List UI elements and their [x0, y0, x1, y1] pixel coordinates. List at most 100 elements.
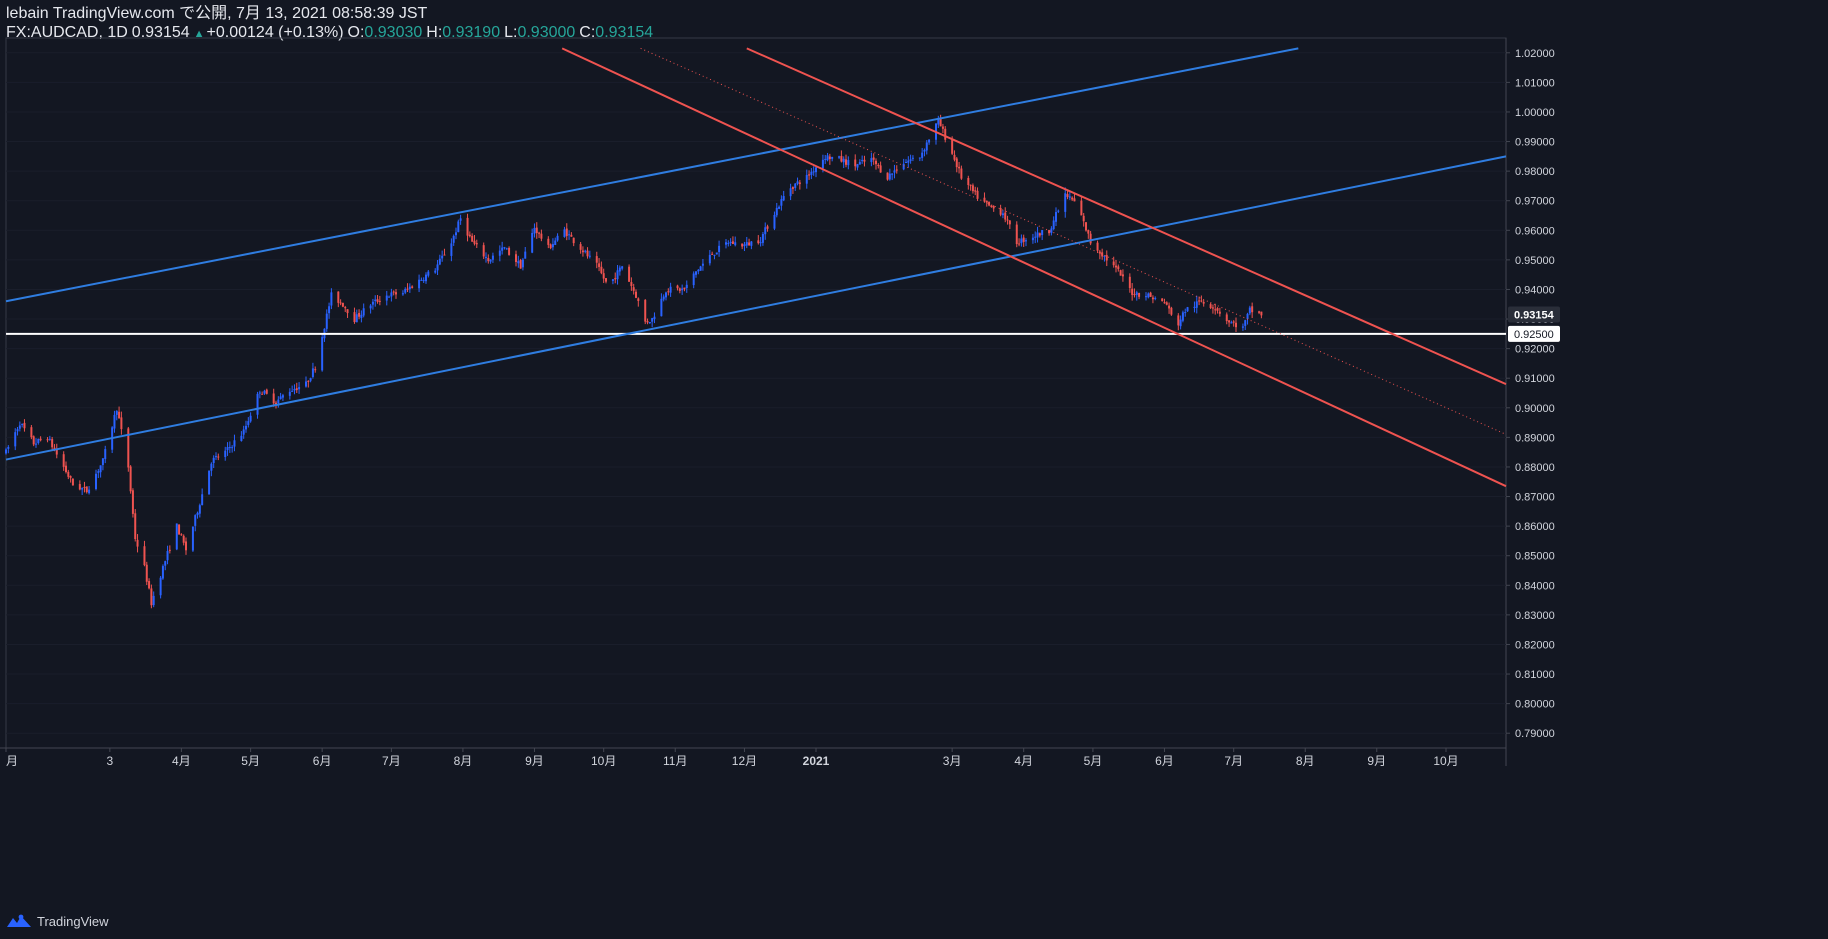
candle-body	[427, 271, 430, 276]
candle-body	[1080, 200, 1083, 216]
last-price-label: 0.93154	[1514, 309, 1555, 321]
candle-body	[466, 217, 469, 236]
candle-body	[667, 291, 670, 293]
candle-body	[764, 227, 767, 235]
price-tick-label: 0.82000	[1515, 639, 1555, 651]
candle-body	[983, 197, 986, 202]
candle-body	[907, 160, 910, 163]
trendline-lower-red[interactable]	[561, 47, 1507, 488]
candle-body	[1025, 240, 1027, 242]
candle-body	[969, 184, 972, 186]
candle-body	[14, 432, 17, 447]
candle-body	[1198, 300, 1201, 302]
candle-body	[891, 173, 894, 175]
candle-body	[215, 456, 217, 458]
candle-body	[766, 226, 769, 229]
price-chart[interactable]: 1.02000 1.01000 1.00000 0.99000 0.98000 0.970…	[0, 0, 1828, 939]
candle-body	[298, 387, 301, 390]
price-tick-label: 0.90000	[1515, 403, 1555, 415]
candle-body	[245, 425, 247, 430]
candle-body	[191, 526, 194, 551]
trendlines-layer[interactable]	[5, 47, 1507, 488]
candle-body	[1115, 265, 1117, 268]
candle-body	[921, 152, 924, 158]
candle-body	[65, 465, 67, 473]
candle-body	[533, 227, 536, 234]
candle-body	[249, 415, 252, 422]
candle-body	[392, 291, 395, 293]
candle-body	[695, 271, 697, 275]
candle-body	[281, 395, 284, 398]
candle-body	[570, 234, 573, 237]
candle-body	[1057, 210, 1060, 212]
candle-body	[1048, 230, 1051, 234]
time-tick-label: 3月	[943, 754, 962, 768]
candle-body	[1184, 312, 1187, 314]
candle-body	[395, 292, 397, 295]
time-tick-label: 10月	[591, 754, 616, 768]
candle-body	[1177, 315, 1180, 326]
candle-body	[330, 292, 333, 306]
candle-body	[261, 393, 264, 395]
candle-body	[1251, 306, 1254, 313]
price-tick-label: 0.86000	[1515, 521, 1555, 533]
candle-body	[420, 279, 423, 281]
candle-body	[378, 300, 381, 302]
candle-body	[1087, 230, 1090, 234]
candle-body	[651, 318, 654, 322]
candle-body	[743, 244, 746, 247]
candle-body	[37, 438, 40, 444]
candle-body	[727, 243, 730, 245]
candle-body	[718, 245, 721, 253]
time-tick-label: 9月	[525, 754, 544, 768]
candle-body	[159, 577, 162, 596]
time-tick-label: 2021	[803, 754, 830, 768]
candle-body	[1112, 261, 1115, 266]
candle-body	[711, 253, 714, 255]
price-axis[interactable]: 1.02000 1.01000 1.00000 0.99000 0.98000 0.970…	[1506, 48, 1560, 740]
tradingview-branding[interactable]: TradingView	[6, 910, 109, 932]
candle-body	[1031, 237, 1034, 241]
candle-body	[1098, 251, 1101, 254]
trendline-upper-blue[interactable]	[5, 47, 1299, 303]
candle-body	[369, 305, 372, 309]
candle-body	[863, 159, 866, 162]
candle-body	[441, 255, 444, 259]
candle-body	[805, 174, 808, 184]
candle-body	[812, 171, 815, 173]
candle-body	[699, 266, 702, 271]
candle-body	[847, 160, 850, 166]
candle-body	[538, 232, 541, 234]
candle-body	[1193, 306, 1196, 308]
candle-body	[150, 588, 153, 606]
candle-body	[531, 232, 534, 253]
candle-body	[685, 284, 688, 289]
candle-body	[97, 471, 100, 473]
candle-body	[196, 512, 199, 516]
candle-body	[858, 162, 861, 165]
time-axis[interactable]: 月 3 4月 5月 6月 7月 8月 9月 10月 11月 12月 2021 3月 4月 5月 6月 7月 8月 9…	[5, 748, 1459, 768]
candle-body	[581, 250, 584, 253]
candle-body	[976, 190, 979, 199]
candle-body	[401, 293, 404, 295]
candle-body	[893, 170, 896, 173]
candle-body	[960, 168, 963, 179]
candle-body	[131, 490, 134, 514]
candle-body	[1163, 302, 1166, 304]
candle-body	[775, 207, 778, 216]
candle-body	[344, 307, 347, 309]
candle-body	[773, 214, 776, 229]
candle-body	[390, 292, 393, 297]
candle-body	[824, 158, 827, 160]
candle-body	[517, 261, 520, 264]
price-tick-label: 0.98000	[1515, 166, 1555, 178]
candle-body	[886, 172, 889, 180]
candle-body	[1258, 311, 1261, 313]
candle-body	[71, 478, 74, 486]
trendline-mid-red-dotted[interactable]	[640, 47, 1507, 435]
candle-body	[941, 126, 944, 129]
candle-body	[662, 296, 665, 300]
candle-body	[1015, 224, 1018, 245]
candle-body	[134, 513, 137, 540]
trendline-lower-blue[interactable]	[5, 155, 1507, 461]
